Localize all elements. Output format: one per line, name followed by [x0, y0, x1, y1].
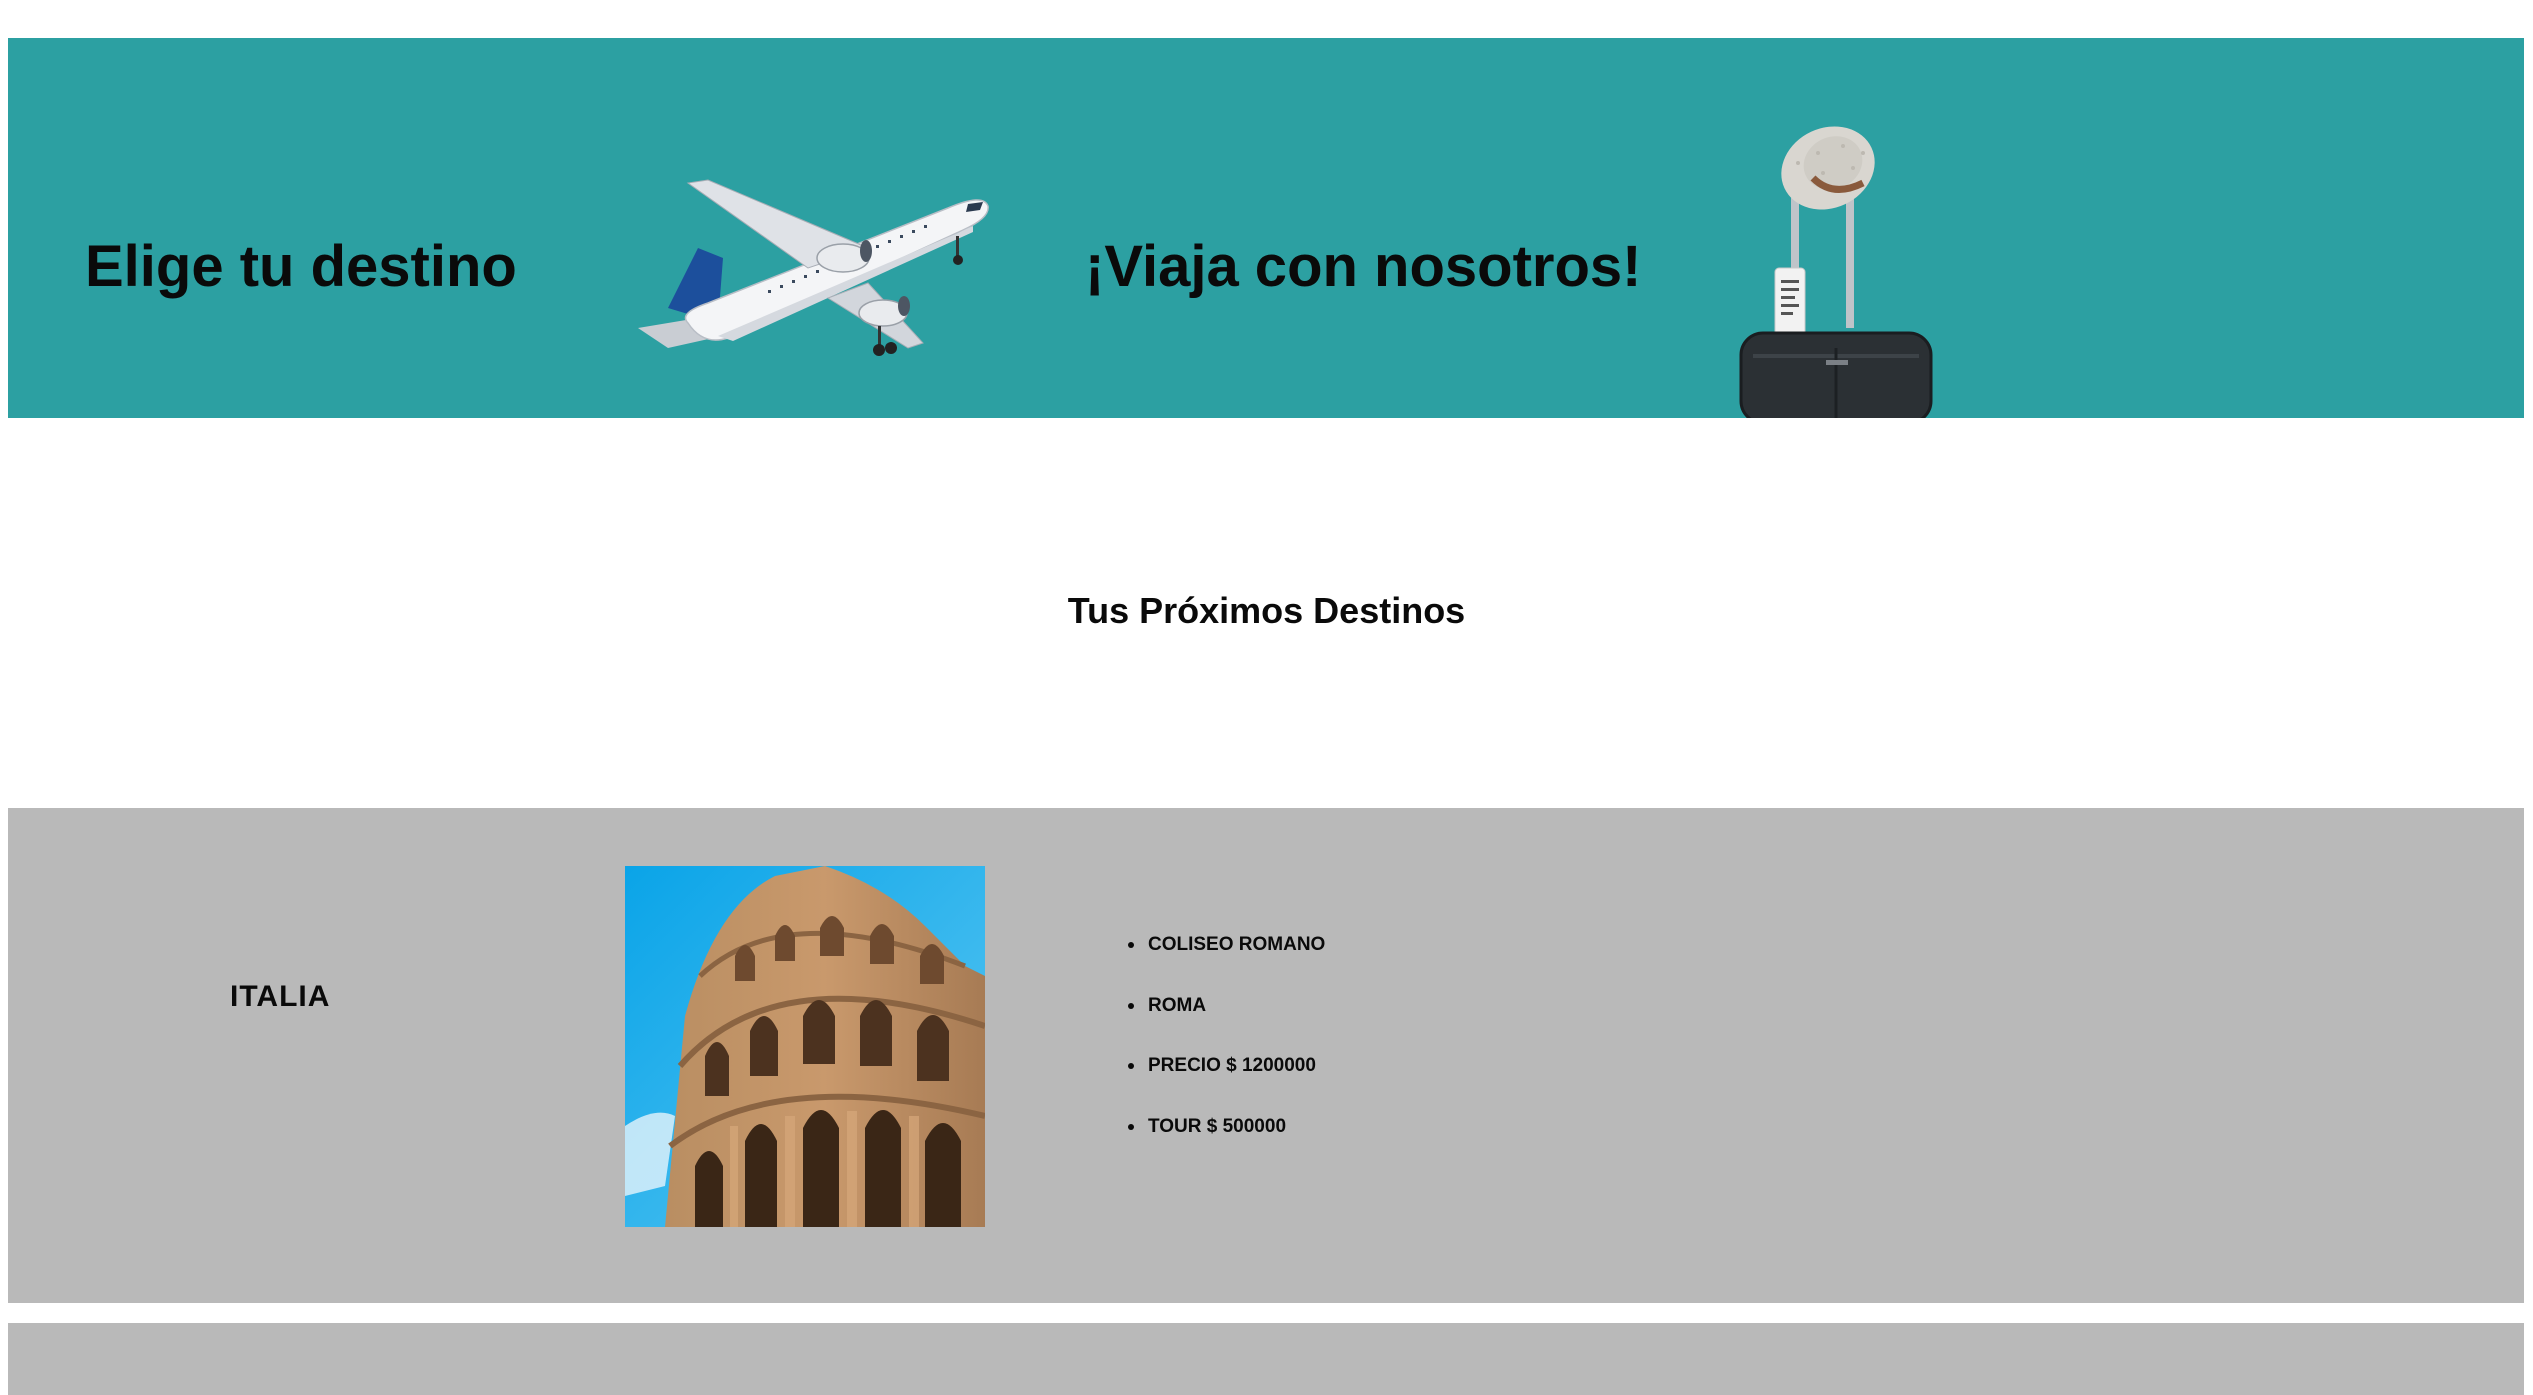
detail-item-tour: TOUR $ 500000 [1128, 1112, 1325, 1173]
detail-item-attraction: COLISEO ROMANO [1128, 930, 1325, 991]
destination-details-list: COLISEO ROMANO ROMA PRECIO $ 1200000 TOU… [1128, 930, 1325, 1172]
page: Elige tu destino ¡Viaja con nosotros! Tu… [0, 0, 2533, 1395]
header-banner: Elige tu destino ¡Viaja con nosotros! [8, 38, 2524, 418]
destination-card-next [8, 1323, 2524, 1395]
detail-item-price: PRECIO $ 1200000 [1128, 1051, 1325, 1112]
section-title: Tus Próximos Destinos [1067, 590, 1466, 631]
header-title-left: Elige tu destino [85, 234, 517, 299]
airplane-image [638, 179, 989, 356]
header-title-right: ¡Viaja con nosotros! [1085, 234, 1642, 299]
colosseum-image [625, 866, 985, 1227]
detail-item-city: ROMA [1128, 991, 1325, 1052]
suitcase-with-hat-image [1739, 126, 1933, 418]
destination-country: ITALIA [230, 980, 331, 1013]
